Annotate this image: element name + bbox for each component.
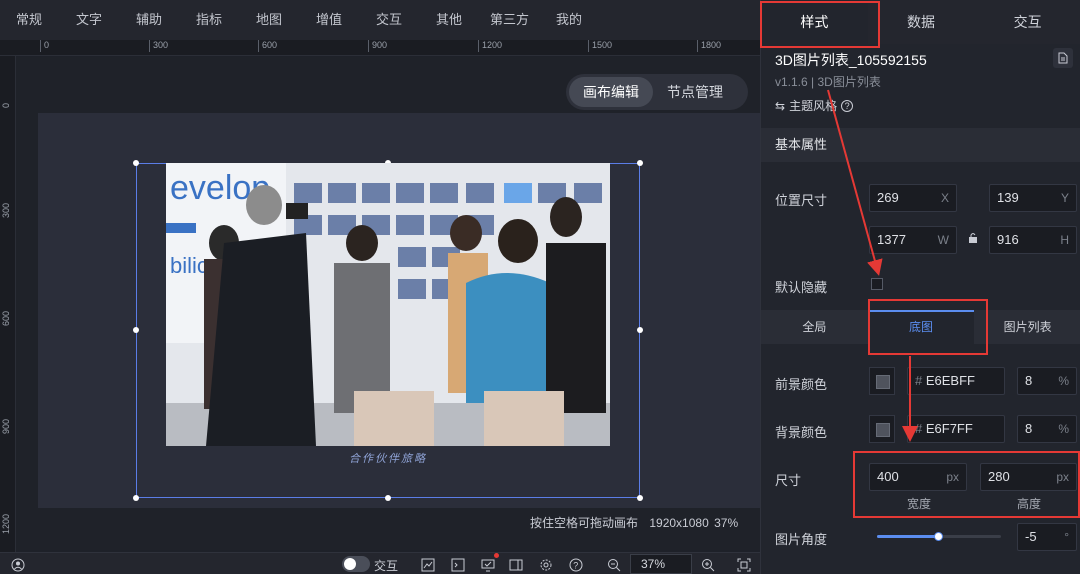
annotation-arrows [827, 89, 918, 442]
